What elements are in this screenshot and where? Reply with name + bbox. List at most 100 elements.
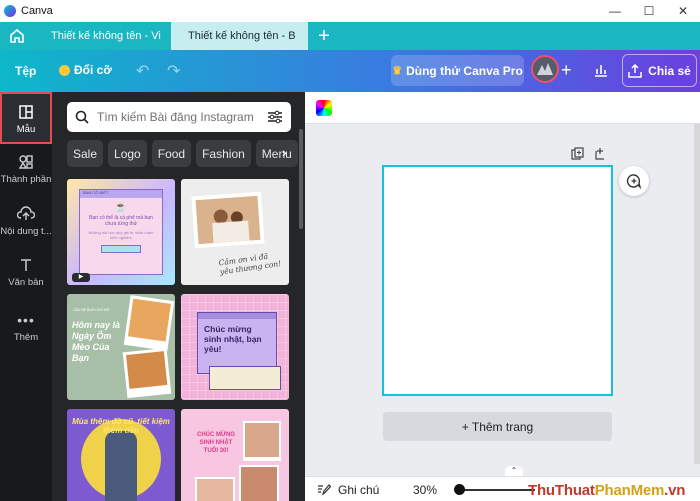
canva-logo-icon [4, 5, 16, 17]
person-image [105, 431, 137, 501]
chip-menu[interactable]: Menu [255, 140, 298, 167]
share-label: Chia sẻ [648, 63, 691, 78]
template-text: CHÚC MỪNG SINH NHẬT TUỔI 30! [197, 432, 235, 454]
add-comment-icon [626, 174, 642, 189]
redo-icon: ↷ [167, 63, 181, 80]
chevron-up-icon[interactable]: ⌃ [505, 466, 523, 476]
page-actions [571, 147, 607, 160]
rail-item-more[interactable]: ••• Thêm [0, 312, 52, 356]
search-input[interactable]: Tìm kiếm Bài đăng Instagram mẫu [67, 102, 291, 132]
comment-button[interactable] [619, 166, 649, 196]
chips-next-icon[interactable]: › [282, 144, 287, 160]
crown-icon: ♛ [392, 65, 403, 77]
maximize-button[interactable]: ☐ [632, 0, 666, 22]
add-collaborator-button[interactable]: + [561, 60, 572, 80]
upload-icon [17, 206, 35, 220]
app-title: Canva [21, 5, 53, 17]
search-placeholder: Tìm kiếm Bài đăng Instagram mẫu [97, 110, 257, 124]
family-photo-image [195, 195, 261, 245]
rail-item-uploads[interactable]: Nội dung t... [0, 206, 52, 250]
chip-fashion[interactable]: Fashion [196, 140, 251, 167]
share-upload-icon [628, 63, 642, 78]
zoom-level: 30% [413, 483, 438, 497]
minimize-button[interactable]: — [598, 0, 632, 22]
template-card[interactable]: CHÚC MỪNG SINH NHẬT TUỔI 30! [181, 409, 289, 501]
cat-photo-2 [122, 347, 172, 399]
canvas-scrollbar[interactable] [694, 124, 700, 464]
template-photo [243, 421, 281, 461]
notes-icon [318, 484, 331, 496]
template-window: BẠN CÓ BIẾT ☕ Bạn có thể là cà phê mà bạ… [79, 189, 163, 275]
template-card[interactable]: CÂU BÉ BUỔI GIỜ ĐÓ Hôm nay là Ngày Ôm Mè… [67, 294, 175, 400]
rail-item-text[interactable]: Văn bản [0, 257, 52, 301]
rail-label: Mẫu [16, 124, 36, 135]
chip-food[interactable]: Food [151, 140, 192, 167]
try-canva-pro-button[interactable]: ♛ Dùng thử Canva Pro [391, 55, 524, 86]
template-body: Những bài học quý giá từ nhiều năm kinh … [88, 230, 154, 240]
resize-button[interactable]: Đổi cỡ [59, 63, 112, 77]
notes-button[interactable]: Ghi chú [338, 483, 379, 497]
rail-item-templates[interactable]: Mẫu [0, 92, 52, 144]
home-icon [10, 28, 24, 43]
redo-button[interactable]: ↷ [167, 61, 180, 81]
rail-label: Thêm [13, 332, 39, 343]
rail-label: Văn bản [8, 277, 44, 288]
tab-design-2[interactable]: Thiết kế không tên - B [171, 22, 308, 50]
stats-icon[interactable] [593, 62, 609, 78]
add-page-icon[interactable] [594, 147, 607, 160]
watermark-part: PhanMem [594, 482, 665, 499]
zoom-slider-knob[interactable] [454, 484, 465, 495]
color-palette-icon[interactable] [316, 100, 332, 116]
template-text: Cảm ơn vì đã yêu thương con! [218, 251, 282, 277]
search-icon [75, 110, 89, 124]
category-chips: Sale Logo Food Fashion Menu [67, 140, 298, 167]
filter-icon[interactable] [267, 110, 283, 124]
color-toolbar [305, 92, 700, 124]
add-page-button[interactable]: + Thêm trang [383, 412, 612, 441]
file-menu[interactable]: Tệp [15, 64, 36, 78]
tab-bar: Thiết kế không tên - Vi Thiết kế không t… [0, 22, 700, 50]
share-button[interactable]: Chia sẻ [622, 54, 697, 87]
template-text: Mùa thêm đồ cũ, tiết kiệm thêm tiền [72, 417, 170, 435]
avatar[interactable] [531, 55, 559, 83]
template-card[interactable]: BẠN CÓ BIẾT ☕ Bạn có thể là cà phê mà bạ… [67, 179, 175, 285]
rail-label: Nội dung t... [0, 226, 52, 237]
text-icon [21, 259, 31, 271]
template-photo [195, 477, 235, 501]
template-photo [191, 191, 265, 249]
app-title-area: Canva [0, 5, 53, 17]
chip-logo[interactable]: Logo [108, 140, 147, 167]
avatar-image [533, 57, 557, 81]
template-window: Chúc mừng sinh nhật, bạn yêu! [197, 312, 277, 374]
chip-sale[interactable]: Sale [67, 140, 104, 167]
undo-button[interactable]: ↶ [136, 61, 149, 81]
template-header: BẠN CÓ BIẾT [80, 190, 162, 198]
template-card[interactable]: Chúc mừng sinh nhật, bạn yêu! [181, 294, 289, 400]
template-card[interactable]: Cảm ơn vì đã yêu thương con! [181, 179, 289, 285]
rail-item-elements[interactable]: Thành phần [0, 154, 52, 198]
template-label: CÂU BÉ BUỔI GIỜ ĐÓ [73, 308, 110, 312]
duplicate-page-icon[interactable] [571, 147, 584, 160]
resize-label: Đổi cỡ [74, 63, 112, 77]
watermark-text: ThuThuatPhanMem.vn [528, 482, 685, 499]
panel-scrollbar[interactable] [299, 129, 303, 229]
template-text: Bạn có thể là cà phê mà bạn chưa từng th… [89, 215, 153, 227]
template-icon [19, 105, 33, 119]
undo-icon: ↶ [136, 63, 150, 80]
template-card[interactable]: Mùa thêm đồ cũ, tiết kiệm thêm tiền [67, 409, 175, 501]
video-badge-icon: ▶ [72, 273, 90, 282]
editor-canvas-area: + Thêm trang [305, 92, 700, 501]
template-button-shape [101, 245, 141, 253]
editor-toolbar: Tệp Đổi cỡ ↶ ↷ ♛ Dùng thử Canva Pro + Ch… [0, 50, 700, 92]
close-button[interactable]: ✕ [666, 0, 700, 22]
template-text: Hôm nay là Ngày Ôm Mèo Của Bạn [72, 320, 121, 363]
design-page[interactable] [382, 165, 613, 396]
zoom-slider-track[interactable] [455, 489, 535, 491]
more-icon: ••• [17, 312, 35, 328]
cup-icon: ☕ [114, 202, 128, 213]
side-rail: Mẫu Thành phần Nội dung t... Văn bản •••… [0, 92, 52, 501]
home-button[interactable] [0, 22, 34, 50]
tab-design-1[interactable]: Thiết kế không tên - Vi [34, 22, 171, 50]
watermark-part: ThuThuat [528, 482, 595, 499]
new-tab-button[interactable]: + [308, 22, 340, 50]
